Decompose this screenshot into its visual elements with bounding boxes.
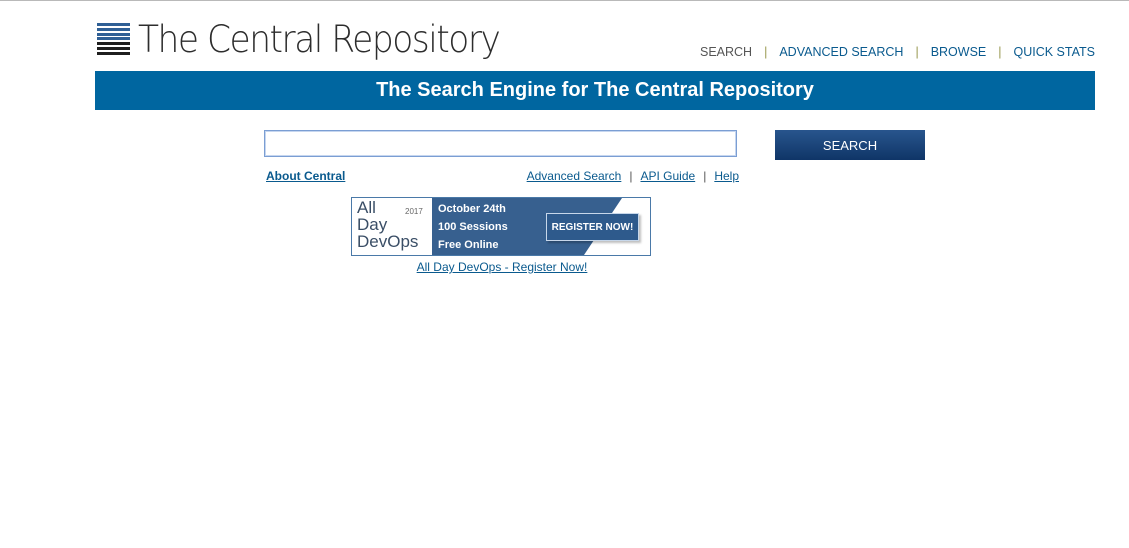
ad-banner[interactable]: All Day DevOps 2017 October 24th 100 Ses… — [351, 197, 651, 256]
nav-separator: | — [915, 45, 919, 59]
nav-separator: | — [998, 45, 1002, 59]
ad-brand-area: All Day DevOps 2017 — [352, 198, 432, 255]
nav-advanced-search[interactable]: ADVANCED SEARCH — [779, 45, 903, 59]
nav-separator: | — [764, 45, 768, 59]
top-divider — [0, 0, 1129, 1]
register-now-button[interactable]: REGISTER NOW! — [546, 213, 639, 241]
ad-sessions: 100 Sessions — [438, 221, 508, 233]
ad-date: October 24th — [438, 203, 506, 215]
nav-search[interactable]: SEARCH — [700, 45, 752, 59]
advanced-search-link[interactable]: Advanced Search — [527, 169, 622, 183]
about-central-link[interactable]: About Central — [266, 169, 345, 183]
site-logo[interactable]: The Central Repository — [97, 16, 527, 62]
search-input[interactable] — [264, 130, 737, 157]
link-separator: | — [629, 169, 633, 183]
stacked-bars-logo-icon — [97, 23, 130, 55]
link-separator: | — [703, 169, 707, 183]
logo-text: The Central Repository — [138, 17, 501, 61]
top-navigation: SEARCH | ADVANCED SEARCH | BROWSE | QUICK STAT… — [700, 45, 1095, 59]
ad-caption-link[interactable]: All Day DevOps - Register Now! — [351, 260, 653, 274]
title-banner: The Search Engine for The Central Reposi… — [95, 71, 1095, 110]
nav-quick-stats[interactable]: QUICK STATS — [1014, 45, 1096, 59]
ad-year: 2017 — [405, 207, 423, 216]
help-link[interactable]: Help — [714, 169, 739, 183]
ad-free-online: Free Online — [438, 239, 499, 251]
help-links: Advanced Search | API Guide | Help — [527, 169, 739, 183]
api-guide-link[interactable]: API Guide — [640, 169, 695, 183]
search-button[interactable]: SEARCH — [775, 130, 925, 160]
nav-browse[interactable]: BROWSE — [931, 45, 987, 59]
